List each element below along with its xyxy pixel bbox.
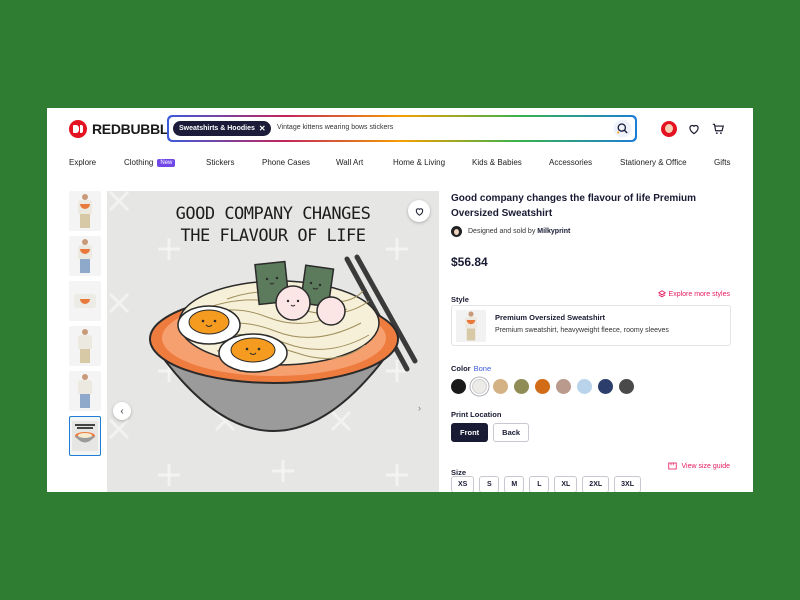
color-swatch[interactable] (514, 379, 529, 394)
style-thumbnail (456, 310, 486, 342)
color-swatches (451, 379, 736, 394)
heart-icon[interactable] (687, 122, 701, 136)
thumbnail-selected[interactable] (69, 416, 101, 456)
chevron-left-icon[interactable]: ‹ (113, 402, 131, 420)
nav-item-stickers[interactable]: Stickers (206, 158, 234, 167)
cart-icon[interactable] (711, 122, 725, 136)
explore-styles-link[interactable]: Explore more styles (657, 290, 730, 298)
search-bar[interactable]: Sweatshirts & Hoodies ✕ Vintage kittens … (167, 115, 637, 142)
product-main-image[interactable]: GOOD COMPANY CHANGES THE FLAVOUR OF LIFE… (107, 191, 439, 492)
search-input[interactable]: Vintage kittens wearing bows stickers (277, 124, 393, 131)
product-title: Good company changes the flavour of life… (451, 193, 697, 219)
designer-link[interactable]: Milkyprint (537, 228, 570, 235)
nav-item-home-living[interactable]: Home & Living (393, 158, 445, 167)
image-slogan-line: GOOD COMPANY CHANGES (175, 204, 371, 224)
search-button[interactable] (613, 119, 632, 138)
color-swatch[interactable] (472, 379, 487, 394)
color-label: Color (451, 364, 471, 373)
color-swatch[interactable] (451, 379, 466, 394)
size-option[interactable]: S (479, 476, 500, 492)
designer-avatar[interactable] (451, 226, 462, 237)
print-location-label: Print Location (451, 410, 502, 419)
size-label: Size (451, 468, 467, 477)
image-slogan: GOOD COMPANY CHANGES THE FLAVOUR OF LIFE (107, 203, 439, 247)
color-swatch[interactable] (598, 379, 613, 394)
size-option[interactable]: L (529, 476, 550, 492)
color-swatch[interactable] (493, 379, 508, 394)
nav-item-gifts[interactable]: Gifts (714, 158, 730, 167)
color-swatch[interactable] (535, 379, 550, 394)
account-avatar-icon[interactable] (661, 121, 677, 137)
nav-item-explore[interactable]: Explore (69, 158, 96, 167)
nav-item-label: Clothing (124, 158, 154, 167)
heart-icon (415, 207, 423, 216)
thumbnail[interactable] (69, 236, 101, 276)
browser-frame: REDBUBBLE Sweatshirts & Hoodies ✕ Vintag… (47, 108, 753, 492)
color-swatch[interactable] (577, 379, 592, 394)
size-options: XS S M L XL 2XL 3XL (451, 476, 736, 492)
size-option[interactable]: 2XL (582, 476, 610, 492)
image-slogan-line: THE FLAVOUR OF LIFE (180, 226, 366, 246)
ruler-icon (668, 462, 678, 470)
nav-item-stationery-office[interactable]: Stationery & Office (620, 158, 687, 167)
style-description: Premium sweatshirt, heavyweight fleece, … (495, 327, 669, 334)
nav-item-kids-babies[interactable]: Kids & Babies (472, 158, 522, 167)
thumbnail[interactable] (69, 326, 101, 366)
size-option[interactable]: 3XL (614, 476, 641, 492)
print-back-button[interactable]: Back (493, 423, 530, 442)
nav-item-phone-cases[interactable]: Phone Cases (262, 158, 310, 167)
new-badge: New (157, 159, 176, 167)
thumbnail-list (69, 191, 101, 461)
style-selector[interactable]: Premium Oversized Sweatshirt Premium swe… (451, 305, 731, 346)
chip-close-icon[interactable]: ✕ (259, 124, 266, 133)
size-option[interactable]: XS (451, 476, 475, 492)
size-option[interactable]: XL (554, 476, 578, 492)
designer-line: Designed and sold by Milkyprint (451, 226, 736, 237)
print-front-button[interactable]: Front (451, 423, 489, 442)
category-nav: Explore Clothing New Stickers Phone Cases… (69, 155, 739, 171)
nav-item-wall-art[interactable]: Wall Art (336, 158, 363, 167)
size-guide-link[interactable]: View size guide (668, 462, 730, 470)
product-details: Good company changes the flavour of life… (451, 191, 736, 492)
thumbnail[interactable] (69, 371, 101, 411)
color-swatch[interactable] (556, 379, 571, 394)
style-label: Style (451, 295, 469, 304)
brand-name: REDBUBBLE (92, 121, 178, 137)
category-chip-label: Sweatshirts & Hoodies (179, 125, 255, 132)
site-header: REDBUBBLE Sweatshirts & Hoodies ✕ Vintag… (47, 108, 753, 150)
nav-item-clothing[interactable]: Clothing New (124, 158, 176, 167)
thumbnail[interactable] (69, 191, 101, 231)
thumbnail[interactable] (69, 281, 101, 321)
color-swatch[interactable] (619, 379, 634, 394)
category-chip[interactable]: Sweatshirts & Hoodies ✕ (173, 121, 271, 136)
color-value: Bone (473, 364, 492, 373)
product-price: $56.84 (451, 255, 488, 269)
chevron-right-icon[interactable]: › (418, 403, 421, 413)
redbubble-logo-icon (69, 120, 87, 138)
size-guide-label: View size guide (681, 462, 730, 470)
designed-by-label: Designed and sold by (468, 228, 536, 235)
brand-logo[interactable]: REDBUBBLE (69, 120, 178, 138)
add-to-favorites-button[interactable] (408, 200, 430, 222)
size-option[interactable]: M (504, 476, 525, 492)
nav-item-accessories[interactable]: Accessories (549, 158, 592, 167)
style-name: Premium Oversized Sweatshirt (495, 313, 606, 322)
explore-styles-label: Explore more styles (668, 290, 730, 298)
layers-icon (657, 290, 666, 298)
search-icon (613, 119, 632, 138)
